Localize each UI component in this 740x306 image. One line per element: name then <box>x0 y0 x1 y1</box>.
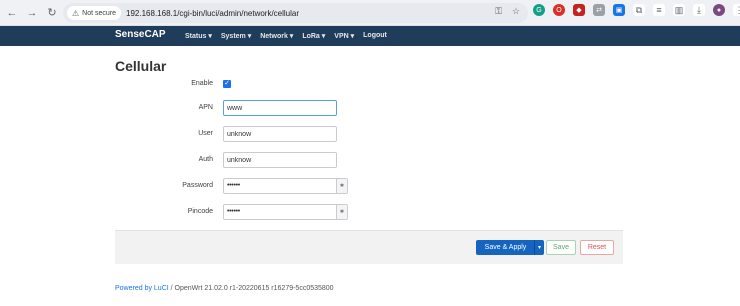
password-value: •••••• <box>227 182 240 189</box>
url-text[interactable]: 192.168.168.1/cgi-bin/luci/admin/network… <box>126 9 299 18</box>
version-text: / OpenWrt 21.02.0 r1-20220615 r16279-5cc… <box>168 285 334 292</box>
media-icon[interactable]: ≡ <box>653 4 665 16</box>
not-secure-badge[interactable]: ⚠ Not secure <box>67 6 122 20</box>
reload-icon[interactable]: ↻ <box>44 5 60 21</box>
more-menu-icon[interactable]: ⋮ <box>733 4 740 16</box>
user-input[interactable] <box>223 126 337 142</box>
menu-lora[interactable]: LoRa ▾ <box>302 32 325 40</box>
save-button[interactable]: Save <box>546 240 576 255</box>
opera-extension-icon[interactable]: O <box>553 4 565 16</box>
save-apply-button[interactable]: Save & Apply <box>476 240 535 255</box>
main-menu: Status ▾ System ▾ Network ▾ LoRa ▾ VPN ▾… <box>185 32 387 40</box>
menu-system[interactable]: System ▾ <box>221 32 251 40</box>
menu-status[interactable]: Status ▾ <box>185 32 212 40</box>
page-title: Cellular <box>115 58 167 74</box>
enable-label: Enable <box>191 80 213 87</box>
menu-logout[interactable]: Logout <box>363 32 387 40</box>
auth-input[interactable] <box>223 152 337 168</box>
password-label: Password <box>182 182 213 189</box>
password-input[interactable]: •••••• ✱ <box>223 178 348 194</box>
browser-toolbar: ← → ↻ ⚠ Not secure 192.168.168.1/cgi-bin… <box>0 0 740 26</box>
footer: Powered by LuCI / OpenWrt 21.02.0 r1-202… <box>115 285 334 292</box>
shield-extension-icon[interactable]: ◆ <box>573 4 585 16</box>
auth-label: Auth <box>198 156 213 163</box>
download-icon[interactable]: ⤓ <box>693 4 705 16</box>
puzzle-extensions-icon[interactable]: ⧉ <box>633 4 645 16</box>
luci-link[interactable]: Powered by LuCI <box>115 285 169 292</box>
warning-icon: ⚠ <box>72 8 80 18</box>
save-apply-dropdown-icon[interactable]: ▾ <box>534 240 544 255</box>
pincode-value: •••••• <box>227 208 240 215</box>
brand-logo[interactable]: SenseCAP <box>115 29 166 40</box>
pincode-label: Pincode <box>187 208 213 215</box>
password-reveal-icon[interactable]: ✱ <box>336 179 347 193</box>
grammarly-extension-icon[interactable]: G <box>533 4 545 16</box>
menu-network[interactable]: Network ▾ <box>260 32 293 40</box>
reset-button[interactable]: Reset <box>580 240 614 255</box>
pincode-reveal-icon[interactable]: ✱ <box>336 205 347 219</box>
side-panel-icon[interactable]: ▥ <box>673 4 685 16</box>
form-actions: Save & Apply ▾ Save Reset <box>115 230 623 264</box>
apn-input[interactable] <box>223 100 337 116</box>
enable-checkbox[interactable]: ✓ <box>223 80 231 88</box>
menu-vpn[interactable]: VPN ▾ <box>334 32 354 40</box>
screenshot-extension-icon[interactable]: ▣ <box>613 4 625 16</box>
pincode-input[interactable]: •••••• ✱ <box>223 204 348 220</box>
profile-avatar[interactable]: ● <box>713 4 725 16</box>
top-navigation-bar: SenseCAP Status ▾ System ▾ Network ▾ LoR… <box>0 26 740 46</box>
address-bar[interactable]: ⚠ Not secure 192.168.168.1/cgi-bin/luci/… <box>63 3 528 23</box>
user-label: User <box>198 130 213 137</box>
translate-extension-icon[interactable]: ⇄ <box>593 4 605 16</box>
key-icon[interactable]: ⚿ <box>495 6 502 17</box>
bookmark-star-icon[interactable]: ☆ <box>512 6 520 17</box>
back-arrow-icon[interactable]: ← <box>4 5 20 21</box>
apn-label: APN <box>198 104 213 111</box>
not-secure-label: Not secure <box>82 9 117 17</box>
forward-arrow-icon[interactable]: → <box>24 5 40 21</box>
